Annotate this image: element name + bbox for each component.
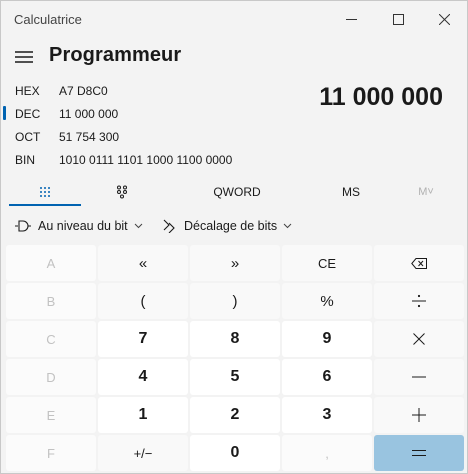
keypad: A « » CE B ( ) % C 7 8 9 D 4 5 6 E 1 2 3… [6,245,464,471]
key-divide[interactable] [374,283,464,319]
key-a: A [6,245,96,281]
divide-icon [412,294,426,308]
close-icon [438,13,450,25]
tab-full-keypad[interactable] [7,179,83,205]
bitwise-label: Au niveau du bit [38,219,128,233]
bit-toggling-icon [117,185,127,199]
key-modulo[interactable]: % [282,283,372,319]
base-row-dec[interactable]: DEC 11 000 000 [1,104,261,126]
key-4[interactable]: 4 [98,359,188,395]
bitshift-dropdown[interactable]: Décalage de bits [163,213,292,239]
menu-button[interactable] [11,44,37,70]
key-c: C [6,321,96,357]
keypad-icon [40,187,50,197]
maximize-button[interactable] [375,1,421,37]
key-right-shift[interactable]: » [190,245,280,281]
result-display: 11 000 000 [319,83,443,111]
base-value: 1010 0111 1101 1000 1100 0000 [59,153,233,167]
key-8[interactable]: 8 [190,321,280,357]
logic-gate-icon [15,220,31,232]
key-add[interactable] [374,397,464,433]
base-label: OCT [15,130,41,144]
bitshift-label: Décalage de bits [184,219,278,233]
key-9[interactable]: 9 [282,321,372,357]
active-tab-indicator [9,204,81,206]
minimize-icon [345,18,357,20]
key-left-paren[interactable]: ( [98,283,188,319]
maximize-icon [392,13,404,25]
key-e: E [6,397,96,433]
memory-list-button[interactable]: M˅ [401,179,451,205]
key-subtract[interactable] [374,359,464,395]
backspace-icon [411,257,427,269]
word-size-button[interactable]: QWORD [193,179,281,205]
base-label: BIN [15,153,36,167]
bitwise-dropdown[interactable]: Au niveau du bit [15,213,143,239]
bit-shift-icon [163,219,177,233]
key-backspace[interactable] [374,245,464,281]
key-clear-entry[interactable]: CE [282,245,372,281]
base-value: 51 754 300 [59,130,120,144]
key-d: D [6,359,96,395]
base-row-oct[interactable]: OCT 51 754 300 [1,127,261,149]
base-row-hex[interactable]: HEX A7 D8C0 [1,81,261,103]
key-3[interactable]: 3 [282,397,372,433]
title-bar: Calculatrice [1,1,467,37]
tab-bit-toggling[interactable] [83,179,161,205]
hamburger-icon [15,51,33,63]
multiply-icon [413,333,425,345]
base-row-bin[interactable]: BIN 1010 0111 1101 1000 1100 0000 [1,150,261,172]
key-5[interactable]: 5 [190,359,280,395]
key-1[interactable]: 1 [98,397,188,433]
key-b: B [6,283,96,319]
key-f: F [6,435,96,471]
close-button[interactable] [421,1,467,37]
minus-icon [412,376,426,378]
key-0[interactable]: 0 [190,435,280,471]
operator-toolbar: Au niveau du bit Décalage de bits [1,213,468,239]
key-decimal: , [282,435,372,471]
selected-indicator [3,106,6,120]
base-value: 11 000 000 [59,107,119,121]
key-left-shift[interactable]: « [98,245,188,281]
minimize-button[interactable] [328,1,374,37]
base-label: HEX [15,84,40,98]
memory-store-button[interactable]: MS [321,179,381,205]
key-equals[interactable] [374,435,464,471]
equals-icon [412,450,426,456]
mode-title: Programmeur [49,44,182,66]
key-2[interactable]: 2 [190,397,280,433]
key-6[interactable]: 6 [282,359,372,395]
chevron-down-icon [283,223,292,229]
key-negate[interactable]: +/− [98,435,188,471]
key-multiply[interactable] [374,321,464,357]
key-7[interactable]: 7 [98,321,188,357]
programmer-tabs: QWORD MS M˅ [1,179,468,206]
app-title: Calculatrice [14,12,82,27]
key-right-paren[interactable]: ) [190,283,280,319]
chevron-down-icon [134,223,143,229]
base-value: A7 D8C0 [59,84,108,98]
base-label: DEC [15,107,41,121]
calculator-window: Calculatrice Programmeur HEX A7 D8C0 DEC… [0,0,468,474]
plus-icon [412,408,426,422]
